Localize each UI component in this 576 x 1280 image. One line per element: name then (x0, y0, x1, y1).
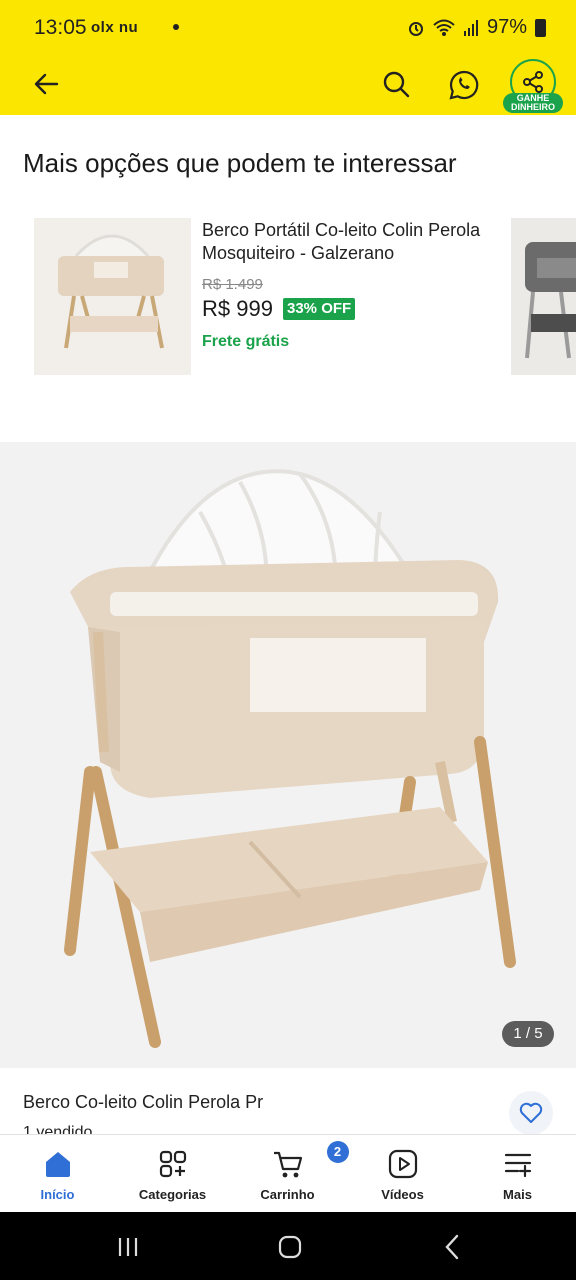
nav-label-carrinho: Carrinho (260, 1187, 315, 1202)
share-icon (523, 71, 543, 93)
search-icon (383, 71, 410, 98)
cart-icon: 2 (271, 1141, 349, 1181)
status-app-icons: olx nu (91, 19, 139, 36)
suggestion-image[interactable] (34, 218, 191, 375)
whatsapp-button[interactable] (442, 63, 486, 107)
system-home-icon (278, 1235, 302, 1259)
heart-icon (519, 1102, 543, 1123)
more-icon (501, 1147, 535, 1181)
home-icon (41, 1147, 75, 1181)
signal-icon (463, 19, 478, 36)
status-indicators: 97% (407, 16, 546, 39)
nav-item-inicio[interactable]: Início (0, 1135, 115, 1213)
battery-icon (535, 18, 546, 37)
recent-apps-button[interactable] (108, 1232, 148, 1262)
nav-item-carrinho[interactable]: 2 Carrinho (230, 1135, 349, 1213)
whatsapp-icon (449, 70, 479, 100)
product-title: Berco Co-leito Colin Perola Pr (23, 1092, 264, 1112)
nav-label-categorias: Categorias (138, 1187, 207, 1202)
battery-text: 97% (486, 16, 527, 38)
app-header: GANHE DINHEIRO (0, 58, 576, 115)
video-icon (386, 1147, 420, 1181)
next-suggestion-image[interactable] (511, 218, 576, 375)
system-navigation-bar (0, 1212, 576, 1280)
home-button[interactable] (270, 1232, 310, 1262)
suggestion-title[interactable]: Berco Portátil Co-leito Colin Perola Mos… (202, 219, 502, 265)
wifi-icon (433, 19, 455, 36)
favorite-button[interactable] (509, 1091, 553, 1135)
section-title: Mais opções que podem te interessar (23, 148, 457, 178)
status-time: 13:05 (34, 16, 87, 39)
nav-item-categorias[interactable]: Categorias (115, 1135, 230, 1213)
nav-label-inicio: Início (40, 1187, 75, 1202)
nav-item-videos[interactable]: Vídeos (345, 1135, 460, 1213)
system-back-icon (445, 1234, 459, 1260)
recent-apps-icon (118, 1238, 138, 1256)
free-shipping-label: Frete grátis (202, 333, 290, 350)
sold-count: 1 vendido (23, 1124, 93, 1134)
status-bar: 13:05 olx nu 97% (0, 0, 576, 58)
search-button[interactable] (376, 64, 416, 104)
suggestion-old-price: R$ 1.499 (202, 276, 263, 293)
product-image-carousel[interactable] (0, 442, 576, 1068)
bassinet-product-image (0, 442, 576, 1068)
back-button[interactable] (26, 64, 66, 104)
system-back-button[interactable] (432, 1232, 472, 1262)
share-badge: GANHE DINHEIRO (503, 93, 563, 113)
status-dot (173, 24, 179, 30)
share-earn-button[interactable]: GANHE DINHEIRO (503, 59, 563, 115)
bottom-navigation: Início Categorias 2 Carrinho Vídeos Mais (0, 1134, 576, 1212)
categories-icon (156, 1147, 190, 1181)
nav-label-mais: Mais (503, 1187, 532, 1202)
back-arrow-icon (34, 73, 59, 95)
bassinet-thumbnail-image (34, 218, 191, 375)
alarm-icon (408, 21, 423, 36)
nav-label-videos: Vídeos (381, 1187, 424, 1202)
nav-item-mais[interactable]: Mais (460, 1135, 575, 1213)
crib-thumbnail-image (511, 218, 576, 375)
suggestion-price: R$ 999 (202, 296, 273, 321)
image-counter: 1 / 5 (502, 1021, 554, 1047)
top-bar: 13:05 olx nu 97% GANHE DINHEIRO (0, 0, 576, 115)
discount-badge: 33% OFF (283, 298, 356, 320)
